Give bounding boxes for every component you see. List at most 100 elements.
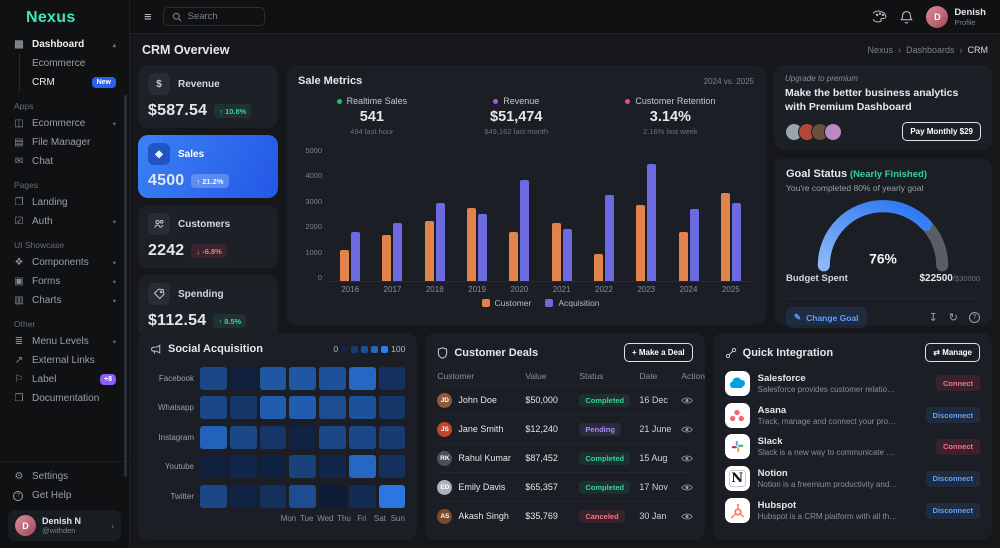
sidebar-item-settings[interactable]: ⚙Settings xyxy=(8,467,121,486)
customer-name: Emily Davis xyxy=(458,482,505,492)
day-label: Tue xyxy=(299,514,314,523)
heatmap-cell-whatsapp-tue xyxy=(230,396,257,419)
view-deal-eye-icon[interactable] xyxy=(681,512,693,521)
stat-card-customers[interactable]: Customers2242↓ -6.8% xyxy=(138,205,278,268)
legend-item-acquisition: Acquisition xyxy=(545,298,599,308)
disconnect-button[interactable]: Disconnect xyxy=(926,503,980,519)
hubspot-logo xyxy=(725,498,750,523)
disconnect-button[interactable]: Disconnect xyxy=(926,407,980,423)
table-row: RKRahul Kumar$87,452Completed15 Aug xyxy=(437,443,692,472)
integration-item-slack: SlackSlack is a new way to communicate w… xyxy=(725,434,980,459)
breadcrumb-item[interactable]: Dashboards xyxy=(906,45,955,55)
sidebar-item-charts[interactable]: ▥Charts▾ xyxy=(8,291,121,310)
heatmap-cell-twitter-mon xyxy=(200,485,227,508)
view-deal-eye-icon[interactable] xyxy=(681,483,693,492)
customer-cell: RKRahul Kumar xyxy=(437,451,525,466)
sidebar-scrollbar[interactable] xyxy=(124,95,127,477)
status-badge: Pending xyxy=(579,423,621,436)
integration-list: SalesforceSalesforce provides customer r… xyxy=(725,364,980,530)
sidebar-item-crm[interactable]: CRMNew xyxy=(19,73,121,92)
column-header: Status xyxy=(579,371,639,381)
stat-card-sales[interactable]: ◈Sales4500↑ 21.2% xyxy=(138,135,278,198)
search-field[interactable] xyxy=(188,11,252,22)
sidebar-item-get-help[interactable]: ?Get Help xyxy=(8,486,121,505)
manage-icon: ⇄ xyxy=(933,348,942,357)
manage-button[interactable]: ⇄ Manage xyxy=(925,343,980,362)
sidebar-item-documentation[interactable]: ❒Documentation xyxy=(8,389,121,408)
sidebar-item-auth[interactable]: ☑Auth▾ xyxy=(8,212,121,231)
heatmap-legend: 0 100 xyxy=(333,344,405,354)
stat-label: Sales xyxy=(178,149,204,160)
change-goal-button[interactable]: ✎Change Goal xyxy=(786,307,867,328)
sidebar-item-components[interactable]: ❖Components▾ xyxy=(8,253,121,272)
sidebar-item-dashboard[interactable]: ▦Dashboard▴ xyxy=(8,35,121,54)
table-row: JSJane Smith$12,240Pending21 June xyxy=(437,414,692,443)
download-icon[interactable]: ↧ xyxy=(929,311,938,324)
search-input[interactable] xyxy=(163,7,265,26)
date-cell: 30 Jan xyxy=(639,511,681,521)
kpi-dot xyxy=(625,99,630,104)
sidebar-item-menu-levels[interactable]: ≣Menu Levels▾ xyxy=(8,332,121,351)
goal-gauge: 76% xyxy=(786,193,980,273)
heatmap-cell-whatsapp-sun xyxy=(379,396,406,419)
legend-label: Customer xyxy=(495,298,532,308)
theme-palette-icon[interactable] xyxy=(873,10,887,23)
heatmap-cell-youtube-thu xyxy=(289,455,316,478)
x-tick: 2023 xyxy=(637,285,655,294)
sidebar-item-label[interactable]: ⚐Label+8 xyxy=(8,370,121,389)
connect-button[interactable]: Connect xyxy=(936,375,980,391)
chart-bar-2023-acquisition xyxy=(647,164,656,281)
stat-delta: ↑ 10.8% xyxy=(214,104,251,118)
view-deal-eye-icon[interactable] xyxy=(681,425,693,434)
breadcrumb-item[interactable]: Nexus xyxy=(867,45,893,55)
disconnect-button[interactable]: Disconnect xyxy=(926,471,980,487)
sidebar-item-ecommerce[interactable]: Ecommerce xyxy=(19,54,121,73)
make-a-deal-button[interactable]: + Make a Deal xyxy=(624,343,693,362)
sidebar-item-landing[interactable]: ❐Landing xyxy=(8,193,121,212)
kpi-subtext: 494 last hour xyxy=(337,127,408,136)
sidebar-item-chat[interactable]: ✉Chat xyxy=(8,152,121,171)
chart-bar-2024-customer xyxy=(679,232,688,281)
help-icon[interactable]: ? xyxy=(969,312,980,323)
sidebar-item-ecommerce[interactable]: ◫Ecommerce▾ xyxy=(8,114,121,133)
sidebar-item-forms[interactable]: ▣Forms▾ xyxy=(8,272,121,291)
value-cell: $35,769 xyxy=(525,511,579,521)
menu-toggle-icon[interactable]: ≡ xyxy=(144,9,152,24)
sidebar-item-label: Ecommerce xyxy=(32,118,85,129)
stat-cards-column: $Revenue$587.54↑ 10.8%◈Sales4500↑ 21.2%C… xyxy=(138,65,278,325)
heatmap-cell-whatsapp-fri xyxy=(319,396,346,419)
chart-plot-area xyxy=(327,146,754,282)
bar-group-2017 xyxy=(382,223,402,281)
kpi-value: 541 xyxy=(337,109,408,125)
chart-bar-2020-customer xyxy=(509,232,518,281)
view-deal-eye-icon[interactable] xyxy=(681,396,693,405)
connect-button[interactable]: Connect xyxy=(936,439,980,455)
heatmap-cell-instagram-wed xyxy=(260,426,287,449)
slack-logo xyxy=(725,434,750,459)
day-label: Mon xyxy=(281,514,297,523)
chevron-down-icon: ▾ xyxy=(113,278,116,286)
stat-card-revenue[interactable]: $Revenue$587.54↑ 10.8% xyxy=(138,65,278,128)
table-header: CustomerValueStatusDateAction xyxy=(437,371,692,385)
heatmap-cell-youtube-sun xyxy=(379,455,406,478)
topbar-user-menu[interactable]: D Denish Profile xyxy=(926,6,986,28)
sidebar-item-file-manager[interactable]: ▤File Manager xyxy=(8,133,121,152)
column-header: Action xyxy=(681,371,705,381)
heatmap-cell-facebook-fri xyxy=(319,367,346,390)
heatmap-cell-instagram-sat xyxy=(349,426,376,449)
sidebar-profile[interactable]: D Denish N @withden › xyxy=(8,510,121,541)
chart-bar-2024-acquisition xyxy=(690,209,699,281)
chart-bar-2025-customer xyxy=(721,193,730,281)
budget-total-value: /$30000 xyxy=(953,274,980,283)
legend-swatch xyxy=(381,346,388,353)
bottom-row: Social Acquisition 0 100 FacebookWhatsap… xyxy=(138,333,992,540)
pay-monthly-button[interactable]: Pay Monthly $29 xyxy=(902,122,981,141)
refresh-icon[interactable]: ↻ xyxy=(949,311,958,324)
view-deal-eye-icon[interactable] xyxy=(681,454,693,463)
heatmap-cell-instagram-mon xyxy=(200,426,227,449)
notifications-bell-icon[interactable] xyxy=(900,10,913,24)
stat-card-spending[interactable]: Spending$112.54↑ 8.5% xyxy=(138,275,278,338)
bar-group-2019 xyxy=(467,208,487,281)
sales-icon: ◈ xyxy=(148,143,170,165)
sidebar-item-external-links[interactable]: ↗External Links xyxy=(8,351,121,370)
